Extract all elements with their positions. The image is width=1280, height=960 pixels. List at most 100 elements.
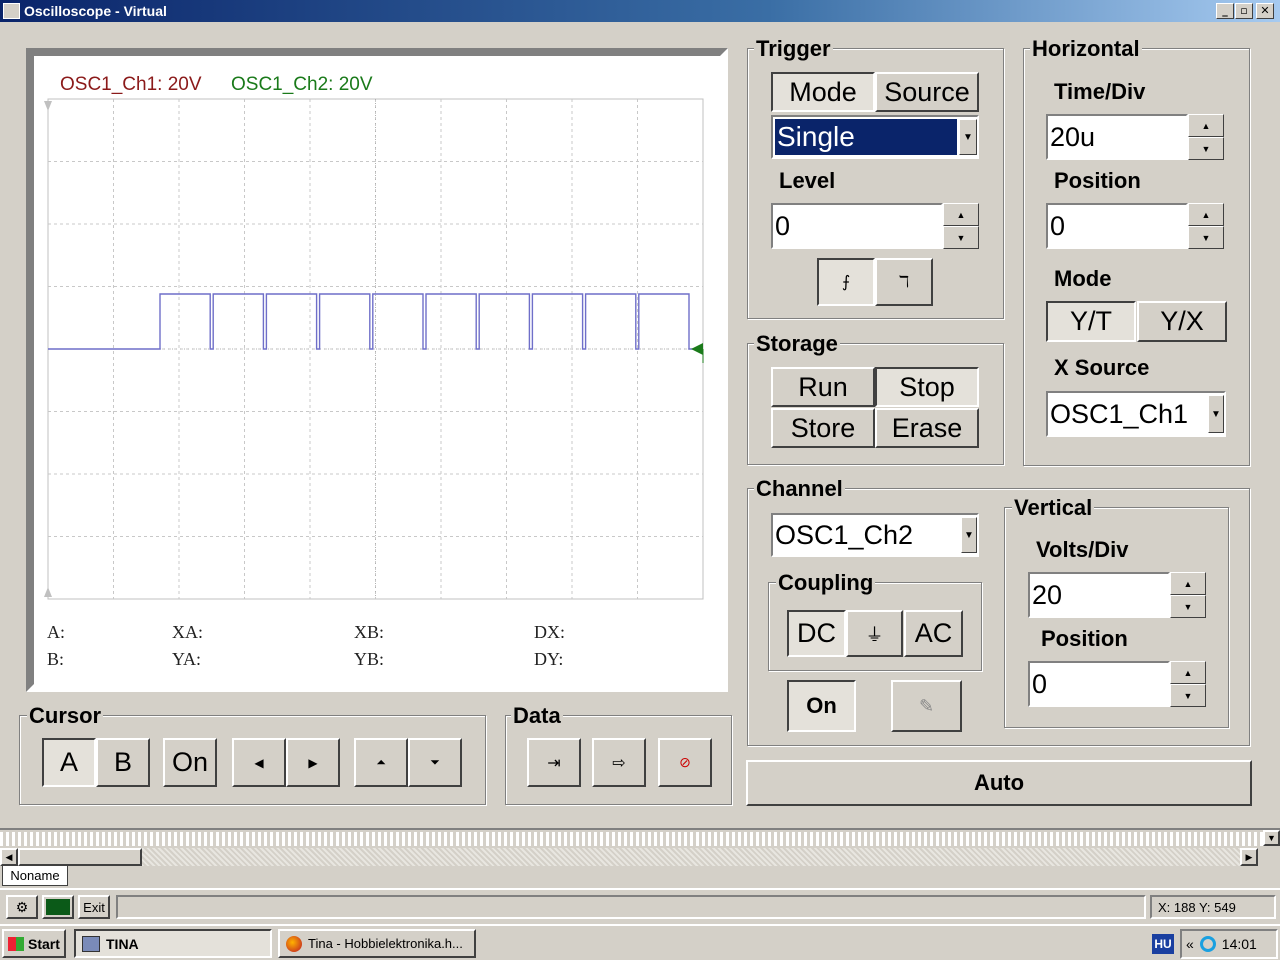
data-clear-button[interactable]: ⊘ bbox=[658, 738, 712, 787]
gear-icon: ⚙ bbox=[15, 898, 29, 915]
timediv-spinner[interactable]: ▲ ▼ bbox=[1188, 114, 1224, 160]
yt-mode-button[interactable]: Y/T bbox=[1046, 301, 1136, 342]
close-button[interactable]: ✕ bbox=[1256, 3, 1274, 19]
dropdown-arrow-icon[interactable]: ▼ bbox=[1263, 830, 1280, 846]
separator bbox=[0, 828, 1280, 830]
erase-button[interactable]: Erase bbox=[875, 408, 979, 448]
spin-down-icon[interactable]: ▼ bbox=[943, 226, 979, 249]
spin-up-icon[interactable]: ▲ bbox=[943, 203, 979, 226]
top-marker bbox=[44, 101, 52, 111]
trigger-mode-button[interactable]: Mode bbox=[771, 72, 875, 112]
spin-up-icon[interactable]: ▲ bbox=[1188, 114, 1224, 137]
trigger-level-spinner[interactable]: ▲ ▼ bbox=[943, 203, 979, 249]
h-position-input[interactable]: 0 bbox=[1046, 203, 1188, 249]
scroll-thumb[interactable] bbox=[18, 848, 142, 866]
voltsdiv-input[interactable]: 20 bbox=[1028, 572, 1170, 618]
trigger-level-label: Level bbox=[779, 168, 836, 193]
taskbar-browser[interactable]: Tina - Hobbielektronika.h... bbox=[278, 929, 476, 958]
document-tab[interactable]: Noname bbox=[2, 866, 68, 886]
stop-button[interactable]: Stop bbox=[875, 367, 979, 407]
scope-tool-button[interactable] bbox=[42, 895, 74, 919]
cursor-left-button[interactable]: ◀ bbox=[232, 738, 286, 787]
scope-grid bbox=[44, 98, 704, 600]
rising-edge-icon: ⨍ bbox=[841, 274, 851, 291]
tina-app-icon bbox=[82, 935, 100, 952]
yx-mode-button[interactable]: Y/X bbox=[1137, 301, 1227, 342]
ground-icon: ⏚ bbox=[865, 624, 884, 645]
chevron-down-icon[interactable]: ▼ bbox=[959, 119, 977, 155]
v-position-spinner[interactable]: ▲ ▼ bbox=[1170, 661, 1206, 707]
network-icon[interactable] bbox=[1199, 936, 1216, 952]
scope-screen[interactable]: OSC1_Ch1: 20V OSC1_Ch2: 20V A: XA: XB: D… bbox=[34, 56, 720, 684]
ac-coupling-button[interactable]: AC bbox=[904, 610, 963, 657]
channel-on-button[interactable]: On bbox=[787, 680, 856, 732]
title-bar bbox=[0, 0, 1280, 22]
h-scrollbar[interactable] bbox=[0, 848, 1258, 866]
windows-logo-icon bbox=[8, 936, 24, 951]
trigger-mode-select[interactable]: Single ▼ bbox=[771, 115, 979, 159]
cursor-b-button[interactable]: B bbox=[96, 738, 150, 787]
timediv-input[interactable]: 20u bbox=[1046, 114, 1188, 160]
scroll-left-icon[interactable]: ◀ bbox=[0, 848, 18, 866]
ch2-ground-marker bbox=[691, 343, 703, 355]
xsource-value: OSC1_Ch1 bbox=[1050, 398, 1189, 429]
language-indicator[interactable]: HU bbox=[1152, 934, 1174, 954]
oscilloscope-icon bbox=[46, 899, 70, 915]
h-position-label: Position bbox=[1054, 168, 1141, 193]
arrow-left-icon: ◀ bbox=[254, 755, 264, 770]
spin-down-icon[interactable]: ▼ bbox=[1188, 137, 1224, 160]
spin-up-icon[interactable]: ▲ bbox=[1170, 572, 1206, 595]
spin-down-icon[interactable]: ▼ bbox=[1188, 226, 1224, 249]
data-import-button[interactable]: ⇥ bbox=[527, 738, 581, 787]
cursor-up-button[interactable]: ⏶ bbox=[354, 738, 408, 787]
auto-button[interactable]: Auto bbox=[746, 760, 1252, 806]
falling-edge-button[interactable]: ℸ bbox=[875, 258, 933, 306]
schematic-tool-button[interactable]: ⚙ bbox=[6, 895, 38, 919]
scroll-right-icon[interactable]: ▶ bbox=[1240, 848, 1258, 866]
xsource-select[interactable]: OSC1_Ch1 ▼ bbox=[1046, 391, 1226, 437]
spin-up-icon[interactable]: ▲ bbox=[1188, 203, 1224, 226]
restore-button[interactable]: ▫ bbox=[1235, 3, 1253, 19]
arrow-up-icon: ⏶ bbox=[376, 755, 386, 769]
spin-down-icon[interactable]: ▼ bbox=[1170, 684, 1206, 707]
voltsdiv-spinner[interactable]: ▲ ▼ bbox=[1170, 572, 1206, 618]
bottom-marker bbox=[44, 587, 52, 597]
taskbar-tina[interactable]: TINA bbox=[74, 929, 272, 958]
v-position-input[interactable]: 0 bbox=[1028, 661, 1170, 707]
start-button[interactable]: Start bbox=[2, 929, 66, 958]
data-export-button[interactable]: ⇨ bbox=[592, 738, 646, 787]
trigger-source-button[interactable]: Source bbox=[875, 72, 979, 112]
cursor-a-button[interactable]: A bbox=[42, 738, 96, 787]
arrow-right-icon: ▶ bbox=[308, 755, 318, 770]
probe-button[interactable]: ✎ bbox=[891, 680, 962, 732]
v-position-label: Position bbox=[1041, 626, 1128, 651]
cursor-right-button[interactable]: ▶ bbox=[286, 738, 340, 787]
spin-down-icon[interactable]: ▼ bbox=[1170, 595, 1206, 618]
exit-button[interactable]: Exit bbox=[78, 895, 110, 919]
trigger-level-input[interactable]: 0 bbox=[771, 203, 943, 249]
spin-up-icon[interactable]: ▲ bbox=[1170, 661, 1206, 684]
tray-expand-icon[interactable]: « bbox=[1186, 936, 1194, 952]
storage-title: Storage bbox=[754, 331, 840, 356]
pen-icon: ✎ bbox=[918, 695, 935, 716]
cursor-b-readout: B: bbox=[47, 649, 65, 669]
cursor-dx-readout: DX: bbox=[534, 622, 565, 642]
ground-coupling-button[interactable]: ⏚ bbox=[846, 610, 903, 657]
channel-value: OSC1_Ch2 bbox=[775, 519, 914, 550]
chevron-down-icon[interactable]: ▼ bbox=[961, 517, 977, 553]
timediv-label: Time/Div bbox=[1054, 79, 1146, 104]
channel-select[interactable]: OSC1_Ch2 ▼ bbox=[771, 513, 979, 557]
chevron-down-icon[interactable]: ▼ bbox=[1208, 395, 1224, 433]
cursor-title: Cursor bbox=[27, 703, 104, 728]
minimize-button[interactable]: _ bbox=[1216, 3, 1234, 19]
app-icon bbox=[3, 3, 20, 19]
vertical-title: Vertical bbox=[1012, 495, 1095, 520]
dc-coupling-button[interactable]: DC bbox=[787, 610, 846, 657]
rising-edge-button[interactable]: ⨍ bbox=[817, 258, 875, 306]
cursor-on-button[interactable]: On bbox=[163, 738, 217, 787]
run-button[interactable]: Run bbox=[771, 367, 875, 407]
h-position-spinner[interactable]: ▲ ▼ bbox=[1188, 203, 1224, 249]
store-button[interactable]: Store bbox=[771, 408, 875, 448]
cursor-down-button[interactable]: ⏷ bbox=[408, 738, 462, 787]
falling-edge-icon: ℸ bbox=[898, 274, 910, 291]
